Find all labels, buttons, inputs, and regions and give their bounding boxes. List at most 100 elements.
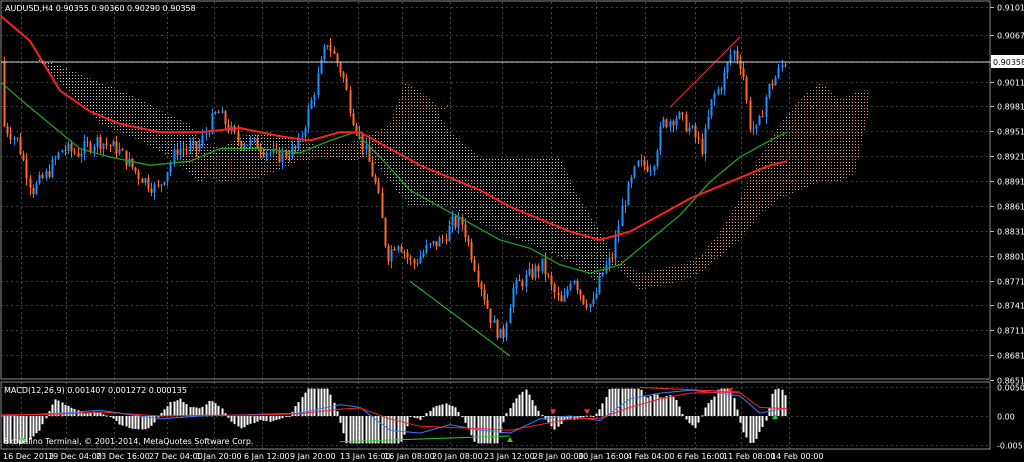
macd-histogram-bar <box>185 404 188 416</box>
macd-histogram-bar <box>371 416 374 444</box>
macd-histogram-bar <box>688 416 691 424</box>
candle-body <box>557 292 560 296</box>
candle-body <box>595 292 598 299</box>
macd-histogram-bar <box>144 416 147 430</box>
macd-histogram-bar <box>105 415 108 417</box>
candle-body <box>726 62 729 73</box>
candle-body <box>112 141 115 147</box>
candle-body <box>86 141 89 143</box>
candle-body <box>278 149 281 163</box>
macd-histogram-bar <box>685 416 688 420</box>
y-tick-label: 0.90110 <box>997 79 1024 88</box>
candle-body <box>752 128 755 130</box>
candle-body <box>64 150 67 152</box>
macd-histogram-bar <box>435 405 438 416</box>
candle-body <box>134 167 137 172</box>
candle-body <box>176 149 179 155</box>
macd-histogram-bar <box>390 416 393 444</box>
candle-body <box>93 146 96 152</box>
candle-body <box>144 178 147 183</box>
macd-histogram-bar <box>729 390 732 416</box>
macd-histogram-bar <box>259 416 262 420</box>
candle-body <box>608 257 611 266</box>
macd-histogram-bar <box>419 416 422 420</box>
macd-histogram-bar <box>41 416 44 425</box>
candle-body <box>611 257 614 259</box>
macd-histogram-bar <box>525 389 528 416</box>
candle-body <box>329 45 332 51</box>
candle-body <box>710 99 713 117</box>
macd-histogram-bar <box>189 407 192 416</box>
candle-body <box>480 282 483 290</box>
candle-body <box>368 145 371 162</box>
macd-histogram-bar <box>637 388 640 416</box>
chart-window[interactable]: 0.0050460.00-0.005162 0.910100.906700.90… <box>0 0 1024 462</box>
macd-histogram-bar <box>742 416 745 433</box>
current-price-label: 0.90358 <box>993 58 1024 67</box>
candle-body <box>771 83 774 86</box>
macd-histogram-bar <box>368 416 371 444</box>
macd-histogram-bar <box>451 405 454 416</box>
candle-body <box>192 141 195 145</box>
candle-body <box>253 137 256 140</box>
macd-histogram-bar <box>45 416 48 419</box>
macd-histogram-bar <box>38 416 41 431</box>
macd-histogram-bar <box>323 388 326 416</box>
candle-body <box>525 274 528 287</box>
candle-body <box>777 67 780 78</box>
macd-histogram-bar <box>515 398 518 416</box>
candle-body <box>592 298 595 305</box>
candle-body <box>29 178 32 188</box>
macd-histogram-bar <box>707 403 710 416</box>
macd-histogram-bar <box>176 400 179 416</box>
candle-body <box>713 93 716 100</box>
candle-body <box>429 243 432 245</box>
macd-histogram-bar <box>349 416 352 444</box>
candle-body <box>45 171 48 178</box>
candle-body <box>32 187 35 194</box>
macd-histogram-bar <box>361 416 364 444</box>
candle-body <box>262 152 265 156</box>
macd-histogram-bar <box>137 416 140 430</box>
macd-histogram-bar <box>275 416 278 421</box>
macd-histogram-bar <box>541 414 544 416</box>
y-tick-label: 0.89810 <box>997 103 1024 112</box>
y-tick-label: 0.89510 <box>997 128 1024 137</box>
candle-body <box>685 114 688 132</box>
macd-histogram-bar <box>169 402 172 416</box>
candle-body <box>496 319 499 338</box>
macd-histogram-bar <box>467 416 470 429</box>
candle-body <box>781 64 784 68</box>
candle-body <box>118 149 121 154</box>
macd-histogram-bar <box>713 396 716 416</box>
macd-histogram-bar <box>509 408 512 416</box>
candle-body <box>67 143 70 151</box>
candle-body <box>649 170 652 172</box>
candle-body <box>35 183 38 194</box>
macd-histogram-bar <box>752 416 755 443</box>
macd-histogram-bar <box>454 407 457 416</box>
macd-histogram-bar <box>470 416 473 436</box>
candle-body <box>502 328 505 338</box>
candle-body <box>576 280 579 290</box>
symbol-header: AUDUSD,H4 0.90355 0.90360 0.90290 0.9035… <box>5 4 196 13</box>
candle-body <box>550 275 553 285</box>
macd-histogram-bar <box>409 416 412 417</box>
candle-body <box>243 145 246 148</box>
macd-histogram-bar <box>208 401 211 416</box>
macd-histogram-bar <box>656 394 659 416</box>
candle-body <box>342 72 345 79</box>
candle-body <box>720 88 723 90</box>
macd-histogram-bar <box>125 416 128 427</box>
candle-body <box>198 143 201 150</box>
y-tick-label: 0.87710 <box>997 278 1024 287</box>
candle-body <box>755 124 758 129</box>
candle-body <box>784 64 787 66</box>
macd-histogram-bar <box>777 388 780 416</box>
candle-body <box>137 171 140 179</box>
candle-body <box>182 148 185 150</box>
candle-body <box>630 177 633 183</box>
x-tick-label: 16 Dec 2013 <box>3 452 54 461</box>
candle-body <box>221 111 224 114</box>
macd-histogram-bar <box>659 397 662 416</box>
